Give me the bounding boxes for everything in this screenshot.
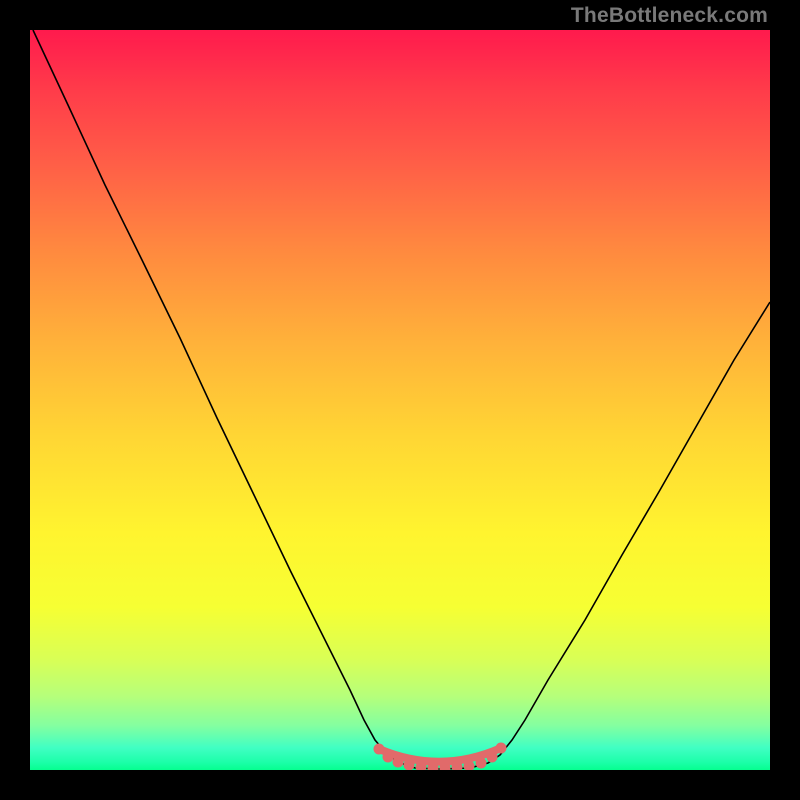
plot-area (30, 30, 770, 770)
optimal-region (374, 743, 506, 770)
chart-frame: TheBottleneck.com (0, 0, 800, 800)
bottleneck-curve (33, 30, 770, 769)
watermark-text: TheBottleneck.com (571, 4, 768, 28)
curve-svg (30, 30, 770, 770)
